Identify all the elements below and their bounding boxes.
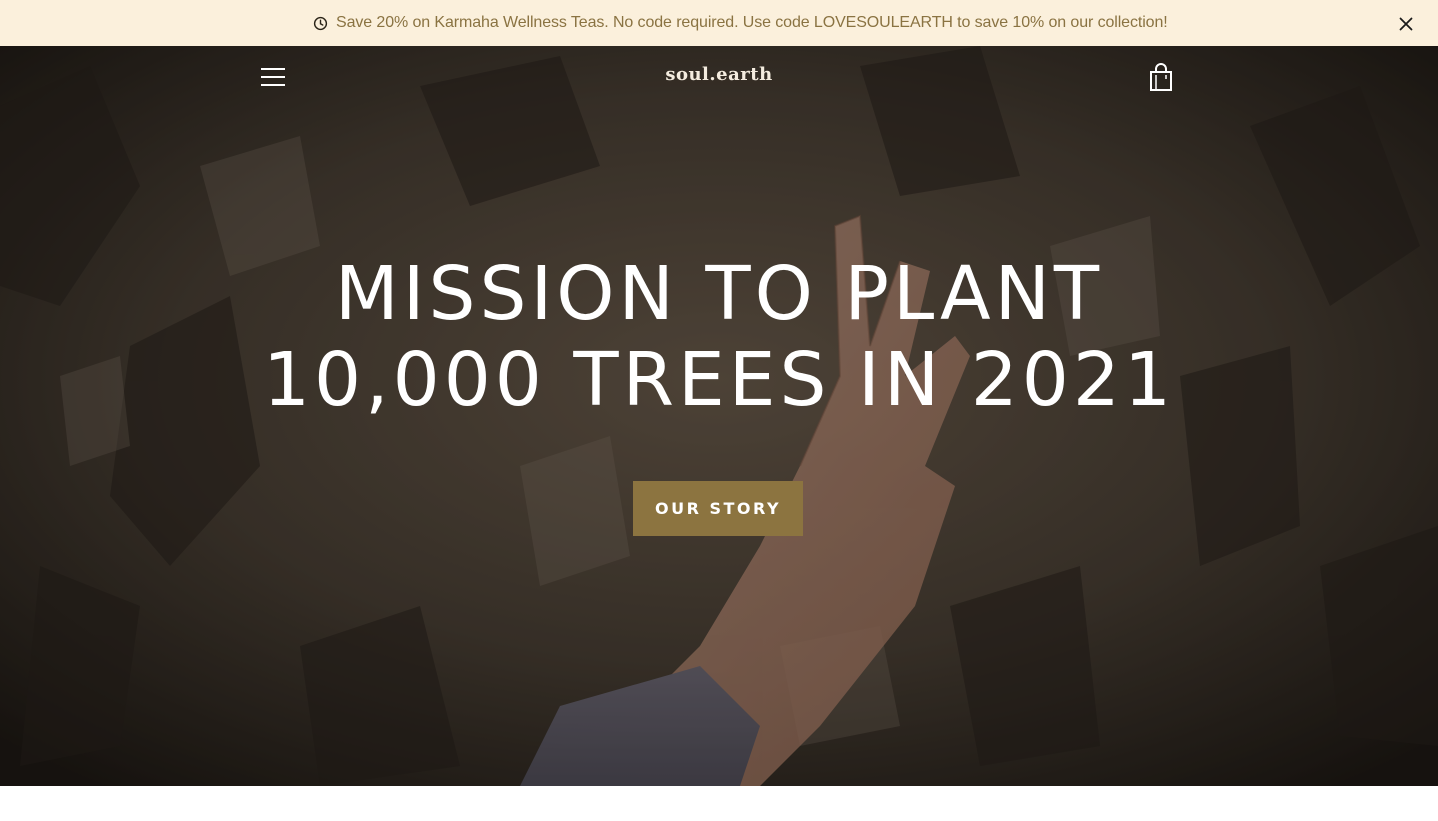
shopping-bag-icon[interactable] <box>1149 63 1173 91</box>
hero-headline-line-1: MISSION TO PLANT <box>334 251 1104 337</box>
announcement-content: Save 20% on Karmaha Wellness Teas. No co… <box>313 12 1168 34</box>
hamburger-menu-icon[interactable] <box>261 68 285 86</box>
announcement-text: Save 20% on Karmaha Wellness Teas. No co… <box>336 14 1168 31</box>
hero-section: soul.earth MISSION TO PLANT 10,000 TREES… <box>0 46 1438 786</box>
announcement-bar: Save 20% on Karmaha Wellness Teas. No co… <box>0 0 1438 46</box>
hero-headline: MISSION TO PLANT 10,000 TREES IN 2021 <box>0 251 1438 423</box>
our-story-button[interactable]: OUR STORY <box>633 481 803 536</box>
clock-icon <box>313 16 328 30</box>
logo-link[interactable]: soul.earth <box>665 64 772 85</box>
hero-headline-line-2: 10,000 TREES IN 2021 <box>262 337 1176 423</box>
close-icon[interactable] <box>1399 17 1413 31</box>
